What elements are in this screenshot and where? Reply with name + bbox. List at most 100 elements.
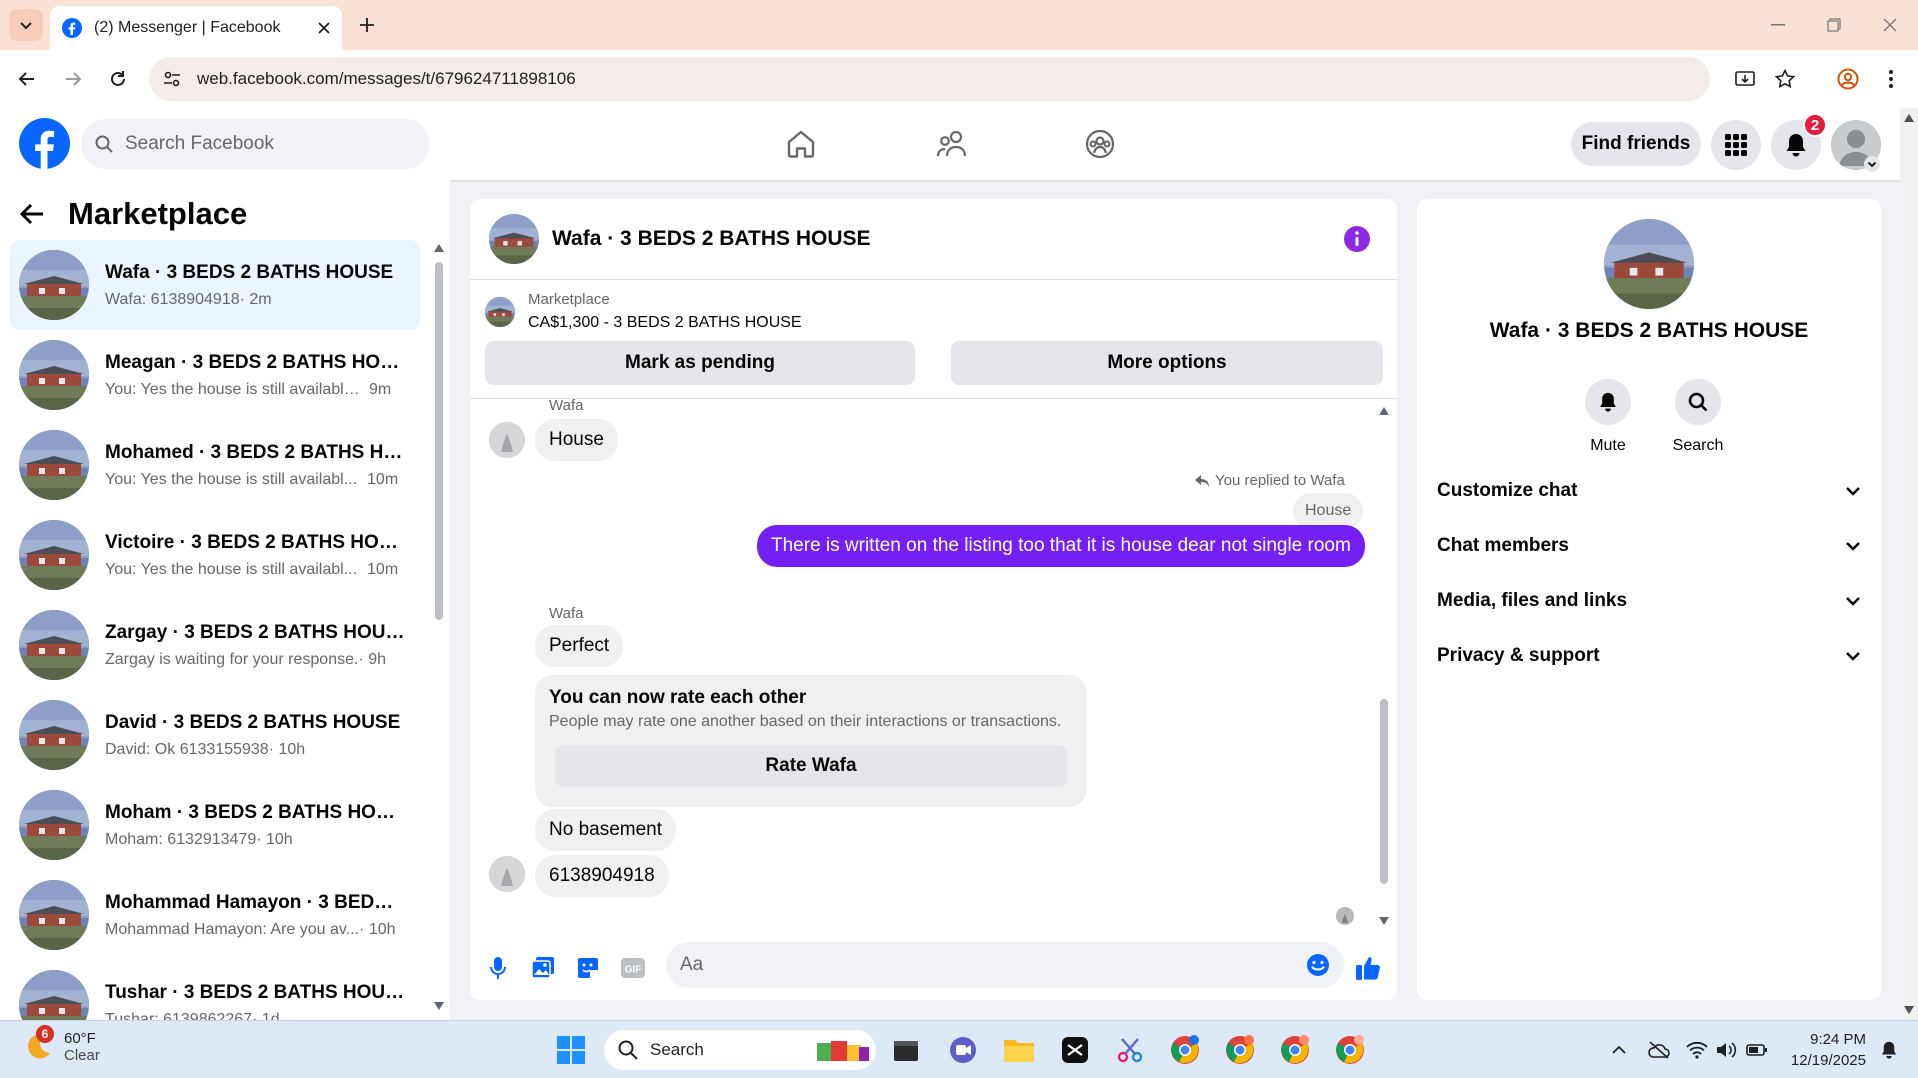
conversation-item[interactable]: Zargay · 3 BEDS 2 BATHS HOUSE Zargay is … [10,600,420,690]
browser-tab[interactable]: (2) Messenger | Facebook [50,6,342,50]
my-message-bubble[interactable]: There is written on the listing too that… [757,525,1365,567]
attach-media-button[interactable] [529,954,557,982]
scroll-down-icon[interactable] [434,1002,444,1010]
scroll-down-icon[interactable] [1904,1006,1914,1014]
profile-button[interactable] [1834,65,1862,93]
listing-title[interactable]: CA$1,300 - 3 BEDS 2 BATHS HOUSE [528,314,802,332]
message-input-placeholder: Aa [680,954,704,975]
privacy-support-section[interactable]: Privacy & support [1437,634,1861,678]
conversation-item[interactable]: Mohamed · 3 BEDS 2 BATHS HO... You: Yes … [10,420,420,510]
star-icon [1775,69,1795,89]
back-button[interactable] [13,65,41,93]
conversation-item[interactable]: Wafa · 3 BEDS 2 BATHS HOUSE Wafa: 613890… [10,240,420,330]
emoji-icon[interactable] [1306,953,1330,977]
scroll-up-icon[interactable] [434,244,444,252]
scroll-down-icon[interactable] [1379,917,1389,925]
find-friends-button[interactable]: Find friends [1571,122,1701,166]
scroll-up-icon[interactable] [1379,407,1389,415]
sidebar-scroll-thumb[interactable] [435,262,443,620]
menu-button[interactable] [1711,120,1761,170]
chevron-down-icon[interactable] [1864,156,1880,172]
quoted-message[interactable]: House [1293,493,1364,529]
show-hidden-icons-button[interactable] [1602,1033,1636,1067]
taskbar-app-taskview[interactable] [889,1033,923,1067]
scroll-up-icon[interactable] [1904,114,1914,122]
volume-button[interactable] [1710,1033,1744,1067]
conversation-item[interactable]: Tushar · 3 BEDS 2 BATHS HOUSE Tushar: 61… [10,960,420,1020]
browser-menu-button[interactable] [1877,65,1905,93]
info-icon[interactable] [1344,226,1370,252]
wifi-button[interactable] [1680,1033,1714,1067]
conversation-item[interactable]: Victoire · 3 BEDS 2 BATHS HOUSE You: Yes… [10,510,420,600]
restore-icon [1827,18,1841,32]
site-settings-icon[interactable] [163,70,181,88]
reload-button[interactable] [104,65,132,93]
conversation-item[interactable]: Moham · 3 BEDS 2 BATHS HOUSE Moham: 6132… [10,780,420,870]
close-icon[interactable] [318,22,330,34]
message-bubble[interactable]: No basement [535,809,677,851]
omnibox[interactable]: web.facebook.com/messages/t/679624711898… [149,57,1710,101]
back-arrow-icon[interactable] [20,203,44,225]
chat-scroll-thumb[interactable] [1380,699,1388,884]
chat-panel: Wafa · 3 BEDS 2 BATHS HOUSE Marketplace … [470,199,1397,1000]
url-text[interactable]: web.facebook.com/messages/t/679624711898… [197,69,576,89]
friends-nav-button[interactable] [932,126,972,162]
taskbar-app-chrome-4[interactable] [1333,1033,1367,1067]
battery-button[interactable] [1740,1033,1774,1067]
conversation-item[interactable]: David · 3 BEDS 2 BATHS HOUSE David: Ok 6… [10,690,420,780]
new-tab-button[interactable] [354,12,380,38]
media-files-links-section[interactable]: Media, files and links [1437,579,1861,623]
message-input[interactable]: Aa [666,942,1344,988]
message-bubble[interactable]: 6138904918 [535,855,669,897]
sticker-button[interactable] [574,954,602,982]
rate-wafa-button[interactable]: Rate Wafa [555,745,1067,787]
customize-chat-section[interactable]: Customize chat [1437,469,1861,513]
system-clock[interactable]: 9:24 PM 12/19/2025 [1778,1029,1866,1071]
search-action[interactable]: Search [1658,379,1738,455]
mute-action[interactable]: Mute [1568,379,1648,455]
chat-title[interactable]: Wafa · 3 BEDS 2 BATHS HOUSE [552,227,871,251]
voice-clip-button[interactable] [484,954,512,982]
minimize-button[interactable] [1766,14,1790,36]
chrome-icon [1171,1035,1199,1064]
groups-nav-button[interactable] [1080,126,1120,162]
chat-scrollbar[interactable] [1377,399,1391,929]
notification-center-button[interactable] [1872,1033,1906,1067]
bookmark-button[interactable] [1771,65,1799,93]
details-avatar[interactable] [1604,219,1694,309]
like-button[interactable] [1354,954,1382,982]
gif-button[interactable]: GIF [619,954,647,982]
facebook-logo[interactable] [19,118,70,169]
message-bubble[interactable]: House [535,419,618,461]
more-options-button[interactable]: More options [951,341,1383,385]
sidebar-scrollbar[interactable] [432,242,446,1012]
tab-search-dropdown[interactable] [9,9,43,41]
install-app-button[interactable] [1731,65,1759,93]
forward-button[interactable] [59,65,87,93]
widgets-gift-button[interactable] [815,1033,871,1067]
page-scrollbar[interactable] [1900,108,1918,1020]
conversation-preview: Mohammad Hamayon: Are you av... [105,920,360,938]
taskbar-app-snipping[interactable] [1113,1033,1147,1067]
taskbar-app-chrome-3[interactable] [1278,1033,1312,1067]
conversation-item[interactable]: Meagan · 3 BEDS 2 BATHS HOUSE You: Yes t… [10,330,420,420]
sync-status-button[interactable] [1642,1033,1676,1067]
message-bubble[interactable]: Perfect [535,625,624,667]
taskbar-app-chrome-2[interactable] [1223,1033,1257,1067]
taskbar-app-explorer[interactable] [1002,1033,1036,1067]
weather-widget[interactable]: 6 60°F Clear [24,1025,100,1064]
chat-members-section[interactable]: Chat members [1437,524,1861,568]
window-close-button[interactable] [1878,14,1902,36]
conversation-name: Mohamed · 3 BEDS 2 BATHS HO... [105,441,405,463]
conversation-item[interactable]: Mohammad Hamayon · 3 BEDS ... Mohammad H… [10,870,420,960]
restore-button[interactable] [1822,14,1846,36]
start-button[interactable] [554,1033,588,1067]
facebook-search-input[interactable]: Search Facebook [81,119,430,169]
mark-as-pending-button[interactable]: Mark as pending [485,341,915,385]
home-nav-button[interactable] [781,126,821,162]
taskbar-app-capcut[interactable] [1058,1033,1092,1067]
details-title: Wafa · 3 BEDS 2 BATHS HOUSE [1489,319,1809,342]
chat-avatar[interactable] [489,214,539,264]
taskbar-app-chrome-1[interactable] [1168,1033,1202,1067]
taskbar-app-chat[interactable] [946,1033,980,1067]
